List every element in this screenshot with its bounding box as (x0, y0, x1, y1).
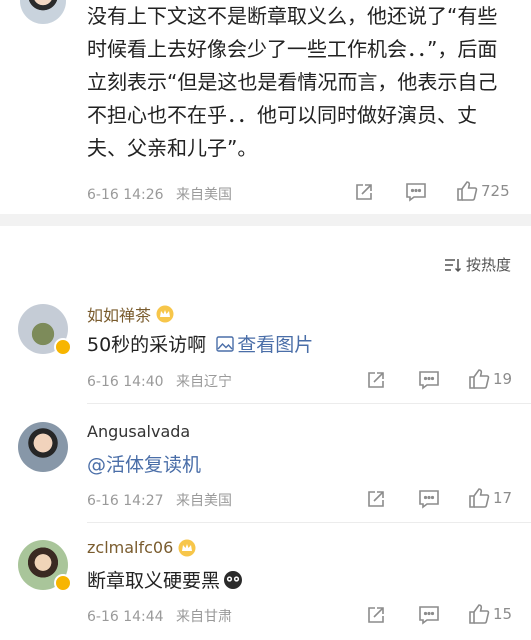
comment-icon (419, 606, 439, 625)
comment-username[interactable]: 如如禅茶 (87, 302, 175, 326)
top-post-text: 没有上下文这不是断章取义么，他还说了“有些时候看上去好像会少了一些工作机会．．”… (87, 4, 498, 160)
comment-like-button[interactable]: 19 (468, 368, 512, 390)
mention-link[interactable]: @活体复读机 (87, 450, 201, 477)
section-separator (0, 214, 531, 226)
comment-meta: 6-16 14:27 来自美国 (87, 493, 233, 509)
comment-reply-button[interactable] (418, 605, 440, 625)
share-icon (368, 607, 384, 623)
comment-username[interactable]: Angusalvada (87, 422, 190, 441)
like-icon (469, 369, 490, 389)
crown-badge-icon (156, 305, 174, 323)
top-post-like-button[interactable]: 725 (456, 180, 510, 202)
crown-badge-icon (178, 539, 196, 556)
comment-share-button[interactable] (366, 370, 386, 390)
comment-meta: 6-16 14:40 来自辽宁 (87, 374, 233, 390)
verified-badge-icon (54, 574, 72, 592)
top-post-date: 6-16 14:26 (87, 187, 164, 203)
verified-badge-icon (54, 338, 72, 356)
like-icon (457, 181, 478, 201)
comment-reply-button[interactable] (418, 370, 440, 390)
top-post-comment-button[interactable] (405, 182, 427, 202)
comment-text: 50秒的采访啊 查看图片 (87, 330, 313, 357)
share-icon (356, 184, 372, 200)
comment-share-button[interactable] (366, 605, 386, 625)
comment-icon (419, 490, 439, 509)
top-post-location: 来自美国 (176, 187, 233, 203)
sort-by-hot-button[interactable]: 按热度 (444, 254, 511, 275)
share-icon (368, 491, 384, 507)
comment-meta: 6-16 14:44 来自甘肃 (87, 609, 233, 625)
comment-divider (87, 522, 531, 523)
comment-reply-button[interactable] (418, 489, 440, 509)
top-post-meta: 6-16 14:26 来自美国 (87, 184, 232, 204)
sort-label: 按热度 (465, 256, 511, 274)
comment-text: 断章取义硬要黑 (87, 566, 243, 593)
comment-like-button[interactable]: 15 (468, 603, 512, 625)
image-icon (216, 335, 234, 352)
sort-icon (444, 258, 462, 272)
like-icon (469, 604, 490, 624)
view-image-link[interactable]: 查看图片 (216, 330, 313, 357)
comment-icon (419, 371, 439, 390)
top-post-share-button[interactable] (354, 182, 374, 202)
comment-icon (406, 183, 426, 202)
comment-divider (87, 403, 531, 404)
comment-like-button[interactable]: 17 (468, 487, 512, 509)
comment-share-button[interactable] (366, 489, 386, 509)
top-post-avatar[interactable] (20, 0, 66, 24)
emoji-icon (224, 570, 243, 589)
comment-text: @活体复读机 (87, 450, 201, 477)
top-post-like-count: 725 (481, 182, 510, 200)
comment-username[interactable]: zclmalfc06 (87, 538, 197, 557)
like-icon (469, 488, 490, 508)
top-post: 没有上下文这不是断章取义么，他还说了“有些时候看上去好像会少了一些工作机会．．”… (0, 0, 531, 214)
avatar[interactable] (18, 422, 68, 472)
share-icon (368, 372, 384, 388)
